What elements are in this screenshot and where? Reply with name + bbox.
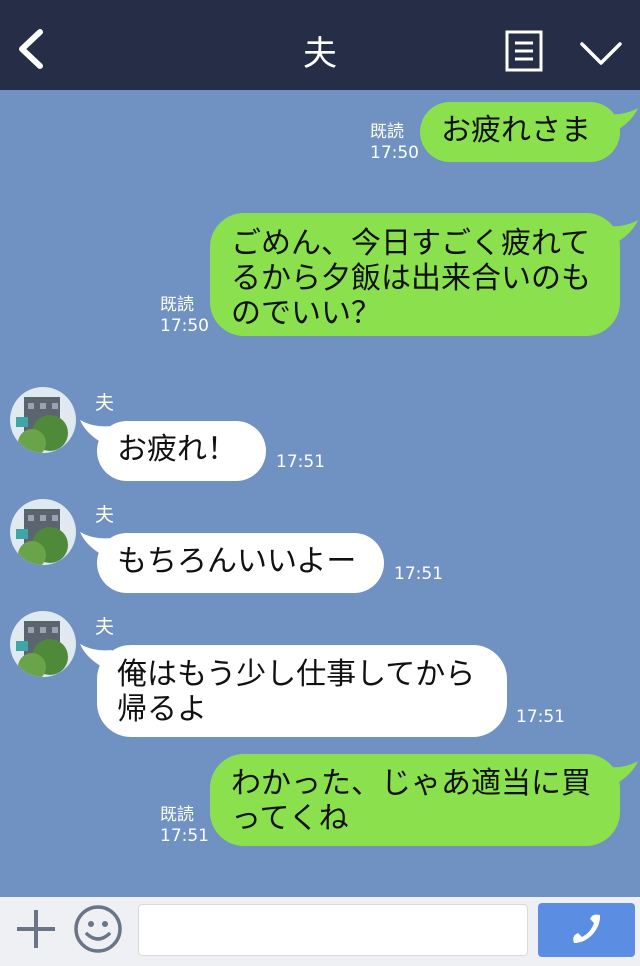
incoming-message[interactable]: もちろんいいよー [97, 533, 384, 593]
bubble-tail [606, 220, 638, 244]
chat-header: 夫 [0, 0, 640, 90]
message-time: 17:51 [276, 452, 325, 472]
sender-name: 夫 [95, 504, 115, 526]
message-line: ってくね [231, 801, 349, 836]
avatar[interactable] [10, 499, 76, 565]
read-status: 既読 17:50 [160, 295, 209, 337]
read-label: 既読 [370, 122, 404, 142]
message-line: るから夕飯は出来合いのも [231, 261, 591, 296]
outgoing-message[interactable]: わかった、じゃあ適当に買 ってくね [210, 754, 620, 846]
bubble-tail [606, 108, 638, 132]
message-time: 17:51 [394, 564, 443, 584]
read-label: 既読 [160, 295, 194, 315]
avatar[interactable] [10, 611, 76, 677]
input-bar [0, 897, 640, 966]
message-text: もちろんいいよー [117, 544, 357, 579]
message-time: 17:51 [160, 826, 209, 846]
phone-icon [573, 914, 601, 943]
outgoing-message[interactable]: お疲れさま [420, 102, 620, 162]
message-line: ごめん、今日すごく疲れて [231, 226, 591, 261]
message-line: 俺はもう少し仕事してから [117, 657, 476, 692]
message-line: のでいい？ [231, 296, 381, 331]
smile-icon[interactable] [73, 904, 123, 954]
message-input[interactable] [138, 904, 528, 956]
message-line: 帰るよ [117, 692, 207, 727]
incoming-message[interactable]: お疲れ！ [97, 421, 266, 481]
message-time: 17:50 [160, 316, 209, 336]
outgoing-message[interactable]: ごめん、今日すごく疲れて るから夕飯は出来合いのも のでいい？ [210, 213, 620, 336]
message-text: お疲れ！ [117, 432, 237, 467]
chat-title: 夫 [303, 34, 337, 74]
incoming-message[interactable]: 俺はもう少し仕事してから 帰るよ [97, 645, 507, 737]
bubble-tail [606, 761, 638, 785]
read-status: 既読 17:51 [160, 805, 209, 847]
message-text: お疲れさま [441, 113, 591, 148]
sender-name: 夫 [95, 616, 115, 638]
read-status: 既読 17:50 [370, 122, 419, 164]
sender-name: 夫 [95, 392, 115, 414]
chevron-down-icon[interactable] [578, 36, 624, 70]
read-label: 既読 [160, 805, 194, 825]
message-time: 17:51 [516, 707, 565, 727]
avatar[interactable] [10, 387, 76, 453]
notes-icon[interactable] [505, 30, 543, 72]
message-line: わかった、じゃあ適当に買 [231, 766, 591, 801]
plus-icon[interactable] [14, 907, 58, 951]
message-time: 17:50 [370, 143, 419, 163]
call-button[interactable] [538, 903, 635, 957]
